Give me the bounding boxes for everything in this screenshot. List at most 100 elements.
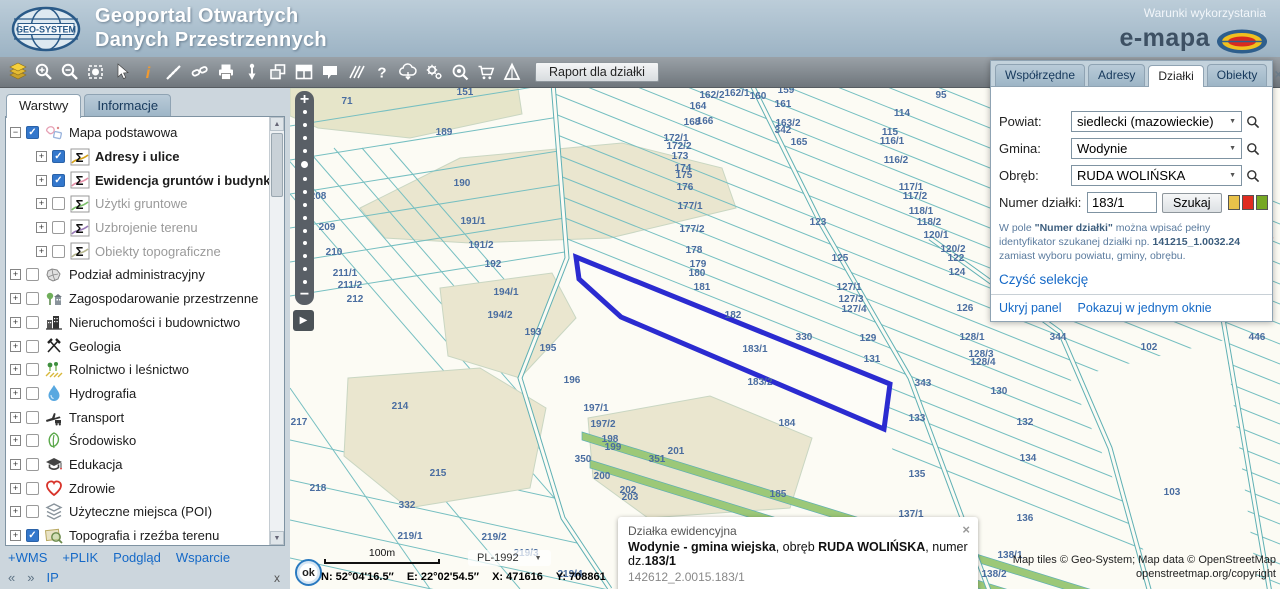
sidebar-link-0[interactable]: +WMS <box>8 550 47 565</box>
zoom-level-dots[interactable] <box>301 107 308 287</box>
nav-prev-button[interactable]: « <box>8 570 15 585</box>
tree-expander[interactable]: + <box>10 506 21 518</box>
tree-expander[interactable]: + <box>10 293 21 305</box>
tree-item[interactable]: + ✓ Σ Adresy i ulice <box>36 145 266 169</box>
tree-scrollbar[interactable]: ▲ ▼ <box>269 117 284 545</box>
gmina-search-icon[interactable] <box>1242 141 1264 157</box>
tree-item[interactable]: + ✓ Topografia i rzeźba terenu <box>10 524 266 545</box>
tree-item[interactable]: + Nieruchomości i budownictwo <box>10 311 266 335</box>
tree-checkbox[interactable] <box>52 197 65 211</box>
zoom-level-dot[interactable] <box>302 202 307 207</box>
pointer-button[interactable] <box>109 58 135 86</box>
panel-footer-link-1[interactable]: Pokazuj w jednym oknie <box>1078 301 1212 315</box>
search-button[interactable]: Szukaj <box>1162 192 1222 213</box>
nav-next-button[interactable]: » <box>27 570 34 585</box>
tree-checkbox[interactable]: ✓ <box>52 173 65 187</box>
zoom-out-button[interactable] <box>57 58 83 86</box>
obreb-search-icon[interactable] <box>1242 168 1264 184</box>
panel-tab-2[interactable]: Działki <box>1148 65 1204 87</box>
selection-swatch-2[interactable] <box>1255 195 1268 210</box>
tree-checkbox[interactable]: ✓ <box>26 529 39 543</box>
zoom-level-dot[interactable] <box>301 161 308 169</box>
tree-item[interactable]: + Σ Uzbrojenie terenu <box>36 216 266 240</box>
panel-expand-button[interactable]: ▶ <box>293 310 314 331</box>
tree-item[interactable]: + Geologia <box>10 334 266 358</box>
tree-checkbox[interactable] <box>26 363 39 377</box>
zoom-level-dot[interactable] <box>302 148 307 153</box>
tree-item[interactable]: − ✓ Mapa podstawowa <box>10 121 266 145</box>
terms-link[interactable]: Warunki wykorzystania <box>1144 6 1266 20</box>
zoom-level-dot[interactable] <box>302 215 307 220</box>
tree-item[interactable]: + Rolnictwo i leśnictwo <box>10 358 266 382</box>
tree-item[interactable]: + Σ Użytki gruntowe <box>36 192 266 216</box>
cloud-download-button[interactable] <box>395 58 421 86</box>
cart-button[interactable] <box>473 58 499 86</box>
crs-selector[interactable]: PL-1992 ▼ <box>468 550 551 566</box>
zoom-level-dot[interactable] <box>302 241 307 246</box>
window-copy-button[interactable] <box>265 58 291 86</box>
settings-gears-button[interactable] <box>421 58 447 86</box>
ok-button[interactable]: ok <box>295 559 322 586</box>
popup-close-icon[interactable]: × <box>962 522 970 537</box>
tree-expander[interactable]: + <box>36 245 47 257</box>
zoom-out-button[interactable]: − <box>300 287 309 303</box>
tree-checkbox[interactable]: ✓ <box>52 150 65 164</box>
tree-checkbox[interactable]: ✓ <box>26 126 39 140</box>
link-button[interactable] <box>187 58 213 86</box>
panel-tab-3[interactable]: Obiekty <box>1206 64 1268 86</box>
tree-item[interactable]: + Σ Obiekty topograficzne <box>36 239 266 263</box>
panel-tab-0[interactable]: Współrzędne <box>995 64 1086 86</box>
zoom-level-dot[interactable] <box>302 190 307 195</box>
tree-expander[interactable]: + <box>36 198 47 210</box>
select-region-button[interactable] <box>83 58 109 86</box>
tree-checkbox[interactable] <box>26 481 39 495</box>
obreb-select[interactable]: RUDA WOLIŃSKA ▼ <box>1071 165 1242 186</box>
measure-button[interactable] <box>161 58 187 86</box>
selection-swatch-1[interactable] <box>1241 195 1254 210</box>
sidebar-tab-0[interactable]: Warstwy <box>6 94 82 118</box>
tree-expander[interactable]: + <box>36 222 47 234</box>
tree-expander[interactable]: + <box>10 411 21 423</box>
tree-checkbox[interactable] <box>26 434 39 448</box>
tree-expander[interactable]: + <box>10 387 21 399</box>
zoom-level-dot[interactable] <box>302 267 307 272</box>
scale-compare-button[interactable] <box>499 58 525 86</box>
selection-swatch-0[interactable] <box>1227 195 1240 210</box>
tree-item[interactable]: + Użyteczne miejsca (POI) <box>10 500 266 524</box>
layout-panels-button[interactable] <box>291 58 317 86</box>
tree-expander[interactable]: + <box>10 482 21 494</box>
tree-item[interactable]: + Transport <box>10 405 266 429</box>
sidebar-link-3[interactable]: Wsparcie <box>176 550 230 565</box>
tree-checkbox[interactable] <box>26 505 39 519</box>
scroll-up-icon[interactable]: ▲ <box>270 117 284 131</box>
tree-item[interactable]: + Zdrowie <box>10 476 266 500</box>
magnifier-preview-button[interactable] <box>447 58 473 86</box>
zoom-level-dot[interactable] <box>302 228 307 233</box>
zoom-level-dot[interactable] <box>302 135 307 140</box>
panel-footer-link-0[interactable]: Ukryj panel <box>999 301 1062 315</box>
zoom-in-button[interactable]: + <box>300 92 309 108</box>
tree-item[interactable]: + Podział administracyjny <box>10 263 266 287</box>
feedback-balloon-button[interactable] <box>317 58 343 86</box>
tree-checkbox[interactable] <box>26 339 39 353</box>
sidebar-close-button[interactable]: x <box>274 571 280 585</box>
tree-item[interactable]: + Hydrografia <box>10 382 266 406</box>
tree-item[interactable]: + Edukacja <box>10 453 266 477</box>
panel-close-icon[interactable]: × <box>1270 66 1280 86</box>
tree-item[interactable]: + Środowisko <box>10 429 266 453</box>
tree-checkbox[interactable] <box>26 292 39 306</box>
powiat-select[interactable]: siedlecki (mazowieckie) ▼ <box>1071 111 1242 132</box>
zoom-level-dot[interactable] <box>302 177 307 182</box>
tree-expander[interactable]: + <box>36 174 47 186</box>
info-button[interactable]: i <box>135 58 161 86</box>
zoom-in-button[interactable] <box>31 58 57 86</box>
tree-checkbox[interactable] <box>26 315 39 329</box>
zoom-level-dot[interactable] <box>302 122 307 127</box>
help-button[interactable]: ? <box>369 58 395 86</box>
layers-button[interactable] <box>5 58 31 86</box>
ip-link[interactable]: IP <box>46 570 58 585</box>
tree-expander[interactable]: + <box>10 435 21 447</box>
tree-checkbox[interactable] <box>26 268 39 282</box>
tree-expander[interactable]: + <box>10 364 21 376</box>
zoom-level-dot[interactable] <box>302 110 307 114</box>
